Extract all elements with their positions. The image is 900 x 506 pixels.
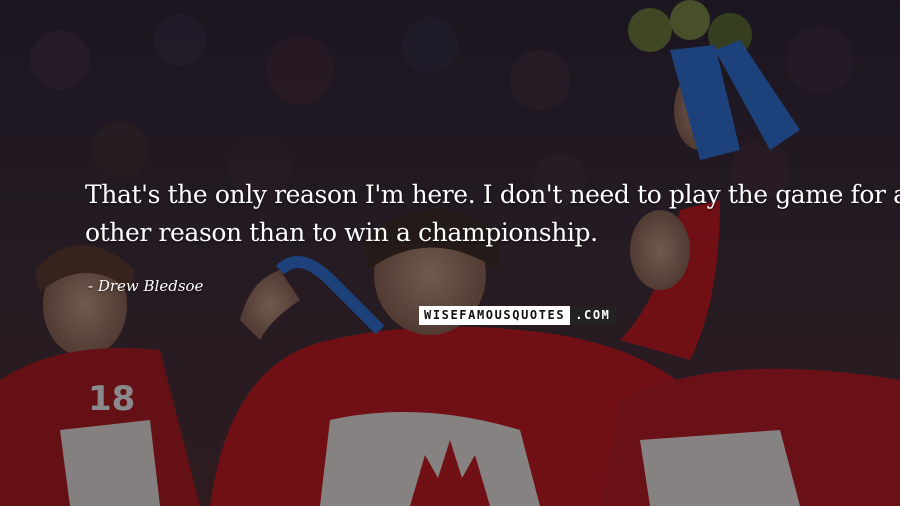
quote-line-1: That's the only reason I'm here. I don't… (85, 180, 900, 209)
quote-card: 18 That's the only reason I'm here. I do… (0, 0, 900, 506)
watermark-part-2: .COM (570, 306, 616, 325)
watermark-logo: WISEFAMOUSQUOTES .COM (419, 306, 616, 325)
quote-line-2: other reason than to win a championship. (85, 218, 598, 247)
quote-author: - Drew Bledsoe (88, 277, 204, 295)
author-name: Drew Bledsoe (97, 277, 204, 295)
watermark-part-1: WISEFAMOUSQUOTES (419, 306, 571, 325)
dark-overlay (0, 0, 900, 506)
quote-text: That's the only reason I'm here. I don't… (85, 176, 900, 252)
